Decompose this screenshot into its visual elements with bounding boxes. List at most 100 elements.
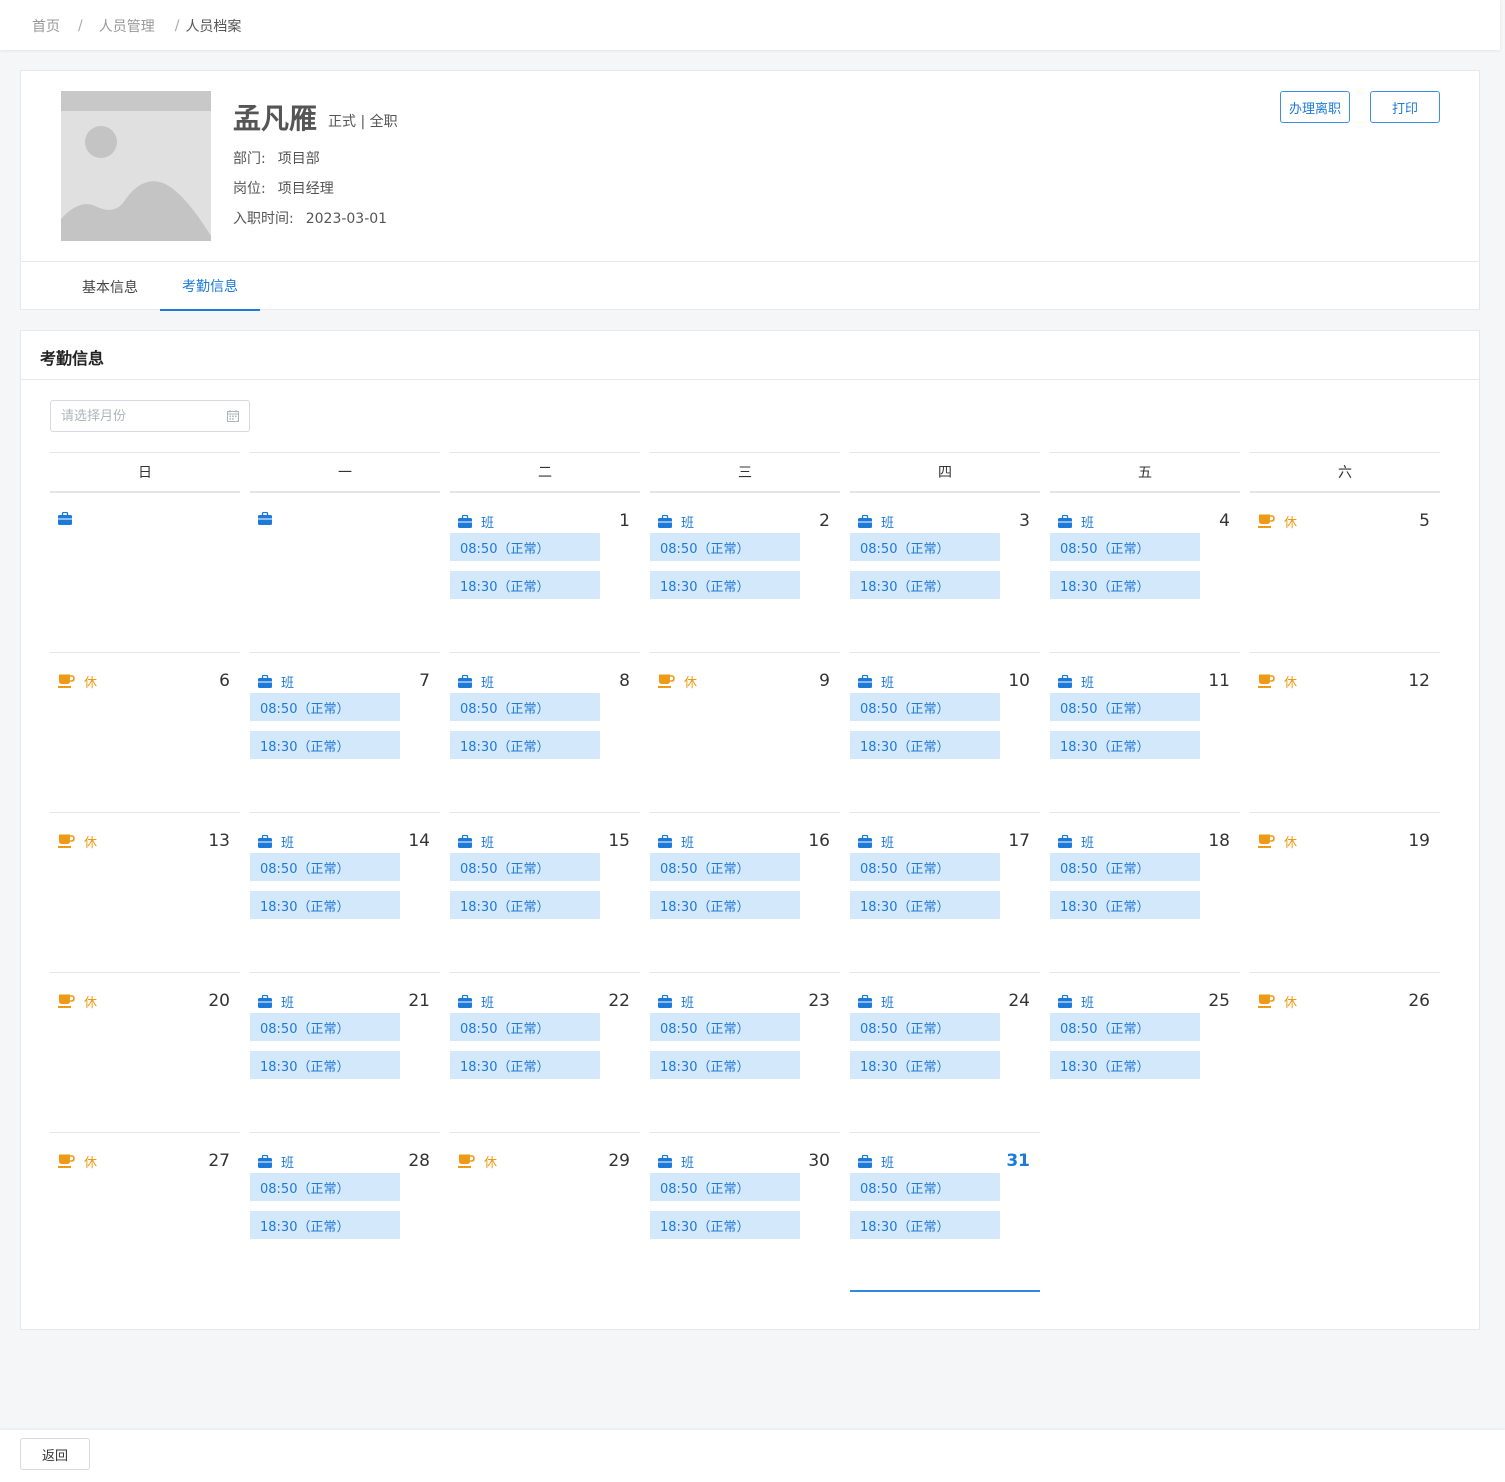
calendar-day-6[interactable]: 休6 bbox=[50, 652, 240, 812]
calendar-day-18[interactable]: 班 18 08:50（正常） 18:30（正常） bbox=[1050, 812, 1240, 972]
breadcrumb-home[interactable]: 首页 bbox=[32, 16, 60, 36]
clock-out-record[interactable]: 18:30（正常） bbox=[250, 1211, 400, 1239]
work-label: 班 bbox=[881, 1156, 895, 1171]
calendar-day-13[interactable]: 休 13 bbox=[50, 812, 240, 972]
calendar-day-28[interactable]: 班 28 08:50（正常） 18:30（正常） bbox=[250, 1132, 440, 1292]
clock-in-record[interactable]: 08:50（正常） bbox=[1050, 853, 1200, 881]
calendar-day-19[interactable]: 休 19 bbox=[1250, 812, 1440, 972]
day-number: 16 bbox=[808, 831, 830, 851]
calendar-day-empty[interactable] bbox=[50, 492, 240, 652]
clock-in-record[interactable]: 08:50（正常） bbox=[250, 853, 400, 881]
clock-in-record[interactable]: 08:50（正常） bbox=[450, 853, 600, 881]
calendar-icon[interactable] bbox=[227, 410, 239, 422]
calendar-day-27[interactable]: 休 27 bbox=[50, 1132, 240, 1292]
calendar-day-25[interactable]: 班 25 08:50（正常） 18:30（正常） bbox=[1050, 972, 1240, 1132]
work-label: 班 bbox=[881, 996, 895, 1011]
calendar-day-26[interactable]: 休 26 bbox=[1250, 972, 1440, 1132]
clock-out-record[interactable]: 18:30（正常） bbox=[1050, 891, 1200, 919]
clock-in-record[interactable]: 08:50（正常） bbox=[850, 533, 1000, 561]
calendar-day-3[interactable]: 班 3 08:50（正常） 18:30（正常） bbox=[850, 492, 1040, 652]
clock-in-record[interactable]: 08:50（正常） bbox=[1050, 533, 1200, 561]
coffee-cup-icon bbox=[58, 1154, 75, 1168]
clock-out-record[interactable]: 18:30（正常） bbox=[650, 1051, 800, 1079]
calendar-day-7[interactable]: 班 7 08:50（正常） 18:30（正常） bbox=[250, 652, 440, 812]
calendar-day-9[interactable]: 休9 bbox=[650, 652, 840, 812]
clock-in-record[interactable]: 08:50（正常） bbox=[250, 693, 400, 721]
clock-out-record[interactable]: 18:30（正常） bbox=[850, 731, 1000, 759]
clock-out-record[interactable]: 18:30（正常） bbox=[650, 571, 800, 599]
calendar-day-30[interactable]: 班 30 08:50（正常） 18:30（正常） bbox=[650, 1132, 840, 1292]
clock-in-record[interactable]: 08:50（正常） bbox=[650, 853, 800, 881]
breadcrumb-section[interactable]: 人员管理 bbox=[99, 16, 155, 36]
clock-in-record[interactable]: 08:50（正常） bbox=[450, 693, 600, 721]
clock-out-record[interactable]: 18:30（正常） bbox=[650, 1211, 800, 1239]
calendar-day-1[interactable]: 班 1 08:50（正常） 18:30（正常） bbox=[450, 492, 640, 652]
calendar-day-31[interactable]: 班 31 08:50（正常） 18:30（正常） bbox=[850, 1132, 1040, 1292]
tab-basic-info[interactable]: 基本信息 bbox=[60, 262, 160, 311]
day-number: 24 bbox=[1008, 991, 1030, 1011]
clock-in-record[interactable]: 08:50（正常） bbox=[650, 1013, 800, 1041]
back-button[interactable]: 返回 bbox=[20, 1438, 90, 1470]
clock-out-record[interactable]: 18:30（正常） bbox=[250, 731, 400, 759]
calendar-day-2[interactable]: 班 2 08:50（正常） 18:30（正常） bbox=[650, 492, 840, 652]
calendar-day-23[interactable]: 班 23 08:50（正常） 18:30（正常） bbox=[650, 972, 840, 1132]
month-picker[interactable] bbox=[50, 400, 250, 432]
resign-button[interactable]: 办理离职 bbox=[1280, 91, 1350, 123]
calendar-day-12[interactable]: 休 12 bbox=[1250, 652, 1440, 812]
clock-out-record[interactable]: 18:30（正常） bbox=[1050, 571, 1200, 599]
weekday-header: 四 bbox=[850, 452, 1040, 492]
calendar-day-5[interactable]: 休5 bbox=[1250, 492, 1440, 652]
calendar-day-15[interactable]: 班 15 08:50（正常） 18:30（正常） bbox=[450, 812, 640, 972]
calendar-day-11[interactable]: 班 11 08:50（正常） 18:30（正常） bbox=[1050, 652, 1240, 812]
calendar-day-17[interactable]: 班 17 08:50（正常） 18:30（正常） bbox=[850, 812, 1040, 972]
top-bar: 首页 / 人员管理 / 人员档案 bbox=[0, 0, 1500, 50]
month-input[interactable] bbox=[61, 401, 221, 431]
profile-tabs: 基本信息 考勤信息 bbox=[21, 261, 1479, 311]
calendar-day-14[interactable]: 班 14 08:50（正常） 18:30（正常） bbox=[250, 812, 440, 972]
clock-out-record[interactable]: 18:30（正常） bbox=[850, 571, 1000, 599]
calendar-day-29[interactable]: 休 29 bbox=[450, 1132, 640, 1292]
clock-in-record[interactable]: 08:50（正常） bbox=[450, 1013, 600, 1041]
calendar-day-10[interactable]: 班 10 08:50（正常） 18:30（正常） bbox=[850, 652, 1040, 812]
clock-out-record[interactable]: 18:30（正常） bbox=[850, 891, 1000, 919]
clock-out-record[interactable]: 18:30（正常） bbox=[850, 1051, 1000, 1079]
clock-out-record[interactable]: 18:30（正常） bbox=[1050, 731, 1200, 759]
print-button[interactable]: 打印 bbox=[1370, 91, 1440, 123]
clock-in-record[interactable]: 08:50（正常） bbox=[1050, 1013, 1200, 1041]
clock-out-record[interactable]: 18:30（正常） bbox=[450, 731, 600, 759]
clock-in-record[interactable]: 08:50（正常） bbox=[250, 1173, 400, 1201]
calendar-day-empty[interactable] bbox=[250, 492, 440, 652]
clock-out-record[interactable]: 18:30（正常） bbox=[250, 1051, 400, 1079]
clock-out-record[interactable]: 18:30（正常） bbox=[450, 1051, 600, 1079]
clock-in-record[interactable]: 08:50（正常） bbox=[850, 853, 1000, 881]
clock-in-record[interactable]: 08:50（正常） bbox=[450, 533, 600, 561]
calendar-day-20[interactable]: 休 20 bbox=[50, 972, 240, 1132]
day-number: 9 bbox=[819, 671, 830, 691]
calendar-day-21[interactable]: 班 21 08:50（正常） 18:30（正常） bbox=[250, 972, 440, 1132]
clock-in-record[interactable]: 08:50（正常） bbox=[850, 1013, 1000, 1041]
rest-day-marker: 休 bbox=[458, 1152, 497, 1171]
calendar-day-8[interactable]: 班 8 08:50（正常） 18:30（正常） bbox=[450, 652, 640, 812]
day-number: 17 bbox=[1008, 831, 1030, 851]
calendar-day-24[interactable]: 班 24 08:50（正常） 18:30（正常） bbox=[850, 972, 1040, 1132]
briefcase-icon bbox=[1058, 515, 1072, 528]
tab-attendance-info[interactable]: 考勤信息 bbox=[160, 262, 260, 311]
clock-out-record[interactable]: 18:30（正常） bbox=[850, 1211, 1000, 1239]
clock-in-record[interactable]: 08:50（正常） bbox=[650, 533, 800, 561]
day-number: 3 bbox=[1019, 511, 1030, 531]
clock-in-record[interactable]: 08:50（正常） bbox=[250, 1013, 400, 1041]
clock-out-record[interactable]: 18:30（正常） bbox=[1050, 1051, 1200, 1079]
calendar-day-22[interactable]: 班 22 08:50（正常） 18:30（正常） bbox=[450, 972, 640, 1132]
clock-out-record[interactable]: 18:30（正常） bbox=[650, 891, 800, 919]
weekday-header: 五 bbox=[1050, 452, 1240, 492]
calendar-day-16[interactable]: 班 16 08:50（正常） 18:30（正常） bbox=[650, 812, 840, 972]
clock-out-record[interactable]: 18:30（正常） bbox=[450, 891, 600, 919]
calendar-day-4[interactable]: 班 4 08:50（正常） 18:30（正常） bbox=[1050, 492, 1240, 652]
clock-in-record[interactable]: 08:50（正常） bbox=[850, 693, 1000, 721]
clock-out-record[interactable]: 18:30（正常） bbox=[250, 891, 400, 919]
clock-in-record[interactable]: 08:50（正常） bbox=[650, 1173, 800, 1201]
clock-out-record[interactable]: 18:30（正常） bbox=[450, 571, 600, 599]
day-number: 13 bbox=[208, 831, 230, 851]
clock-in-record[interactable]: 08:50（正常） bbox=[850, 1173, 1000, 1201]
clock-in-record[interactable]: 08:50（正常） bbox=[1050, 693, 1200, 721]
